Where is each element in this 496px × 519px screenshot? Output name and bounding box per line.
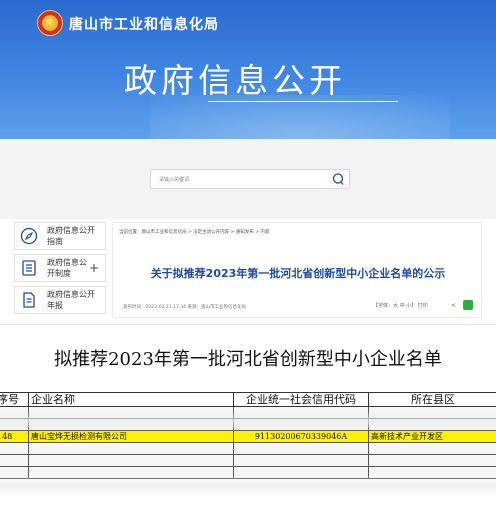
company-table: 序号 企业名称 企业统一社会信用代码 所在县区 148唐山宝烨无损检测有限公司9… [0,392,496,479]
article-meta: 发布时间：2023-02-21 17:34 来源：唐山市工业和信息化局 [123,305,246,310]
table-cell-no [0,442,29,455]
table-cell-district [368,454,496,467]
table-cell-district [368,442,496,455]
left-nav: 政府信息公开指南 政府信息公开制度 + 政府信息公开年报 [14,222,106,316]
national-emblem-icon [37,10,63,36]
table-cell-name [28,442,234,455]
search-area [0,139,496,219]
table-cell-name: 唐山宝烨无损检测有限公司 [28,430,234,443]
blur-overlay [0,410,496,432]
header-banner: 唐山市工业和信息化局 政府信息公开 [0,0,496,139]
column-header: 序号 [0,392,29,407]
column-header: 所在县区 [368,392,496,407]
search-icon[interactable] [331,172,345,186]
table-cell-no: 148 [0,430,29,443]
table-cell-code [233,442,369,455]
site-name[interactable]: 唐山市工业和信息化局 [69,14,219,34]
nav-item-annual-report[interactable]: 政府信息公开年报 [14,286,106,314]
nav-item-label: 政府信息公开制度 [47,258,87,278]
share-icon[interactable]: < [451,302,456,309]
banner-title: 政府信息公开 [124,61,346,100]
banner-underline [208,101,398,102]
column-header: 企业统一社会信用代码 [233,392,369,407]
table-row [0,442,496,455]
wechat-icon[interactable] [463,300,473,310]
nav-item-label: 政府信息公开年报 [47,290,95,310]
nav-item-guide[interactable]: 政府信息公开指南 [14,222,106,250]
article-card: 当前位置：唐山市工业和信息化局 > 法定主动公开内容 > 通知发布 > 内容 关… [112,222,482,318]
document-image: 拟推荐2023年第一批河北省创新型中小企业名单 序号 企业名称 企业统一社会信用… [0,324,496,519]
document-title: 拟推荐2023年第一批河北省创新型中小企业名单 [54,349,442,370]
table-row: 148唐山宝烨无损检测有限公司91130200670339046A高新技术产业开… [0,430,496,443]
blur-overlay [0,475,496,497]
nav-item-rules[interactable]: 政府信息公开制度 + [14,254,106,282]
table-cell-district: 高新技术产业开发区 [368,430,496,443]
nav-item-label: 政府信息公开指南 [47,226,95,246]
table-cell-code: 91130200670339046A [233,430,369,443]
list-icon [22,260,36,276]
breadcrumb[interactable]: 当前位置：唐山市工业和信息化局 > 法定主动公开内容 > 通知发布 > 内容 [119,229,269,235]
table-cell-code [233,454,369,467]
table-row [0,454,496,467]
column-header: 企业名称 [28,392,234,407]
table-cell-no [0,454,29,467]
document-icon [23,292,35,308]
compass-icon [20,227,38,245]
expand-plus-icon[interactable]: + [89,261,99,275]
search-input[interactable] [159,173,319,186]
table-cell-name [28,454,234,467]
table-header-row: 序号 企业名称 企业统一社会信用代码 所在县区 [0,392,496,407]
article-tools[interactable]: 【字体：大 中 小】 打印 [373,302,428,309]
article-title: 关于拟推荐2023年第一批河北省创新型中小企业名单的公示 [150,267,446,280]
search-box[interactable] [150,169,350,189]
